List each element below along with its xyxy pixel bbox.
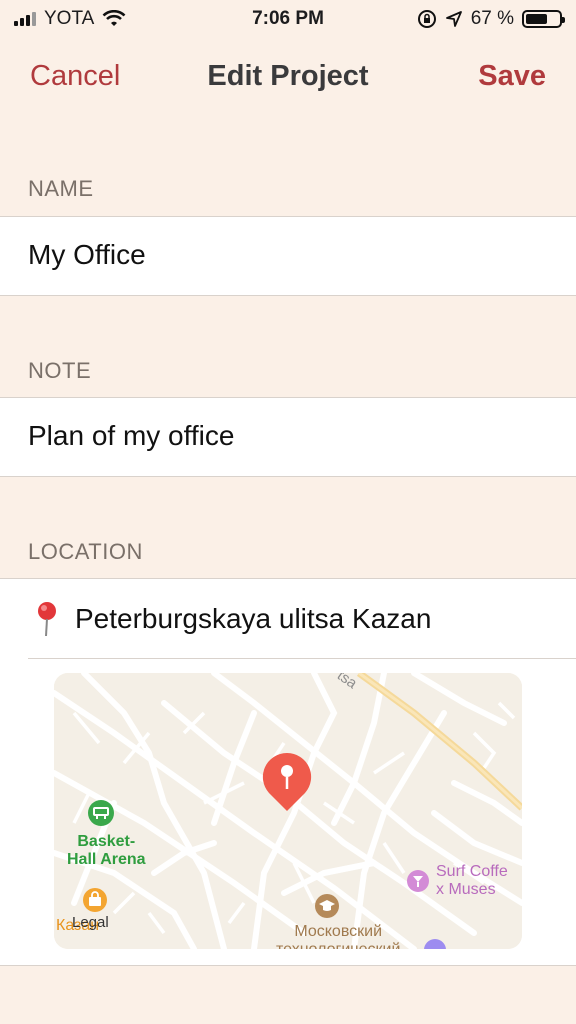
name-section-header: NAME bbox=[28, 176, 94, 201]
location-row[interactable]: Peterburgskaya ulitsa Kazan bbox=[0, 579, 576, 659]
basketball-icon bbox=[88, 800, 114, 826]
location-section-header: LOCATION bbox=[28, 539, 143, 564]
poi-surf-line1: Surf Coffe bbox=[436, 863, 508, 880]
nav-bar: Cancel Edit Project Save bbox=[0, 48, 576, 104]
orientation-lock-icon bbox=[417, 10, 436, 28]
note-field-value: Plan of my office bbox=[28, 420, 235, 451]
cocktail-icon bbox=[407, 870, 429, 892]
map-view[interactable]: tsa Basket- Hall Arena Surf Coffe x Muse… bbox=[54, 673, 522, 949]
location-divider bbox=[28, 658, 576, 659]
poi-basket-line2: Hall Arena bbox=[67, 851, 146, 868]
cancel-button[interactable]: Cancel bbox=[30, 60, 120, 93]
name-field[interactable]: My Office bbox=[0, 216, 576, 296]
poi-basket-hall[interactable]: Basket- Hall Arena bbox=[67, 833, 146, 869]
graduation-cap-icon bbox=[315, 894, 339, 918]
note-section-header: NOTE bbox=[28, 358, 92, 383]
note-field[interactable]: Plan of my office bbox=[0, 397, 576, 477]
status-bar: YOTA 7:06 PM 67 % bbox=[0, 0, 576, 40]
poi-basket-line1: Basket- bbox=[77, 833, 136, 850]
poi-moscow-line1: Московский bbox=[294, 923, 383, 940]
legal-link[interactable]: Legal bbox=[72, 914, 109, 931]
poi-moscow-line2: технологический bbox=[276, 941, 400, 949]
poi-surf-coffee[interactable]: Surf Coffe x Muses bbox=[436, 863, 508, 899]
battery-icon bbox=[522, 10, 565, 28]
save-button[interactable]: Save bbox=[478, 60, 546, 93]
battery-percent: 67 % bbox=[470, 8, 514, 29]
location-arrow-icon bbox=[445, 11, 462, 27]
map-pin-icon[interactable] bbox=[261, 751, 313, 813]
poi-moscow-tech[interactable]: Московский технологический bbox=[276, 923, 400, 949]
location-value: Peterburgskaya ulitsa Kazan bbox=[75, 603, 432, 634]
battery-fill bbox=[526, 14, 548, 24]
shopping-bag-icon bbox=[83, 888, 107, 912]
name-field-value: My Office bbox=[28, 239, 146, 270]
poi-surf-line2: x Muses bbox=[436, 881, 496, 898]
location-block: Peterburgskaya ulitsa Kazan tsa Basket- … bbox=[0, 578, 576, 966]
pushpin-icon bbox=[38, 602, 56, 637]
status-right: 67 % bbox=[417, 8, 565, 30]
